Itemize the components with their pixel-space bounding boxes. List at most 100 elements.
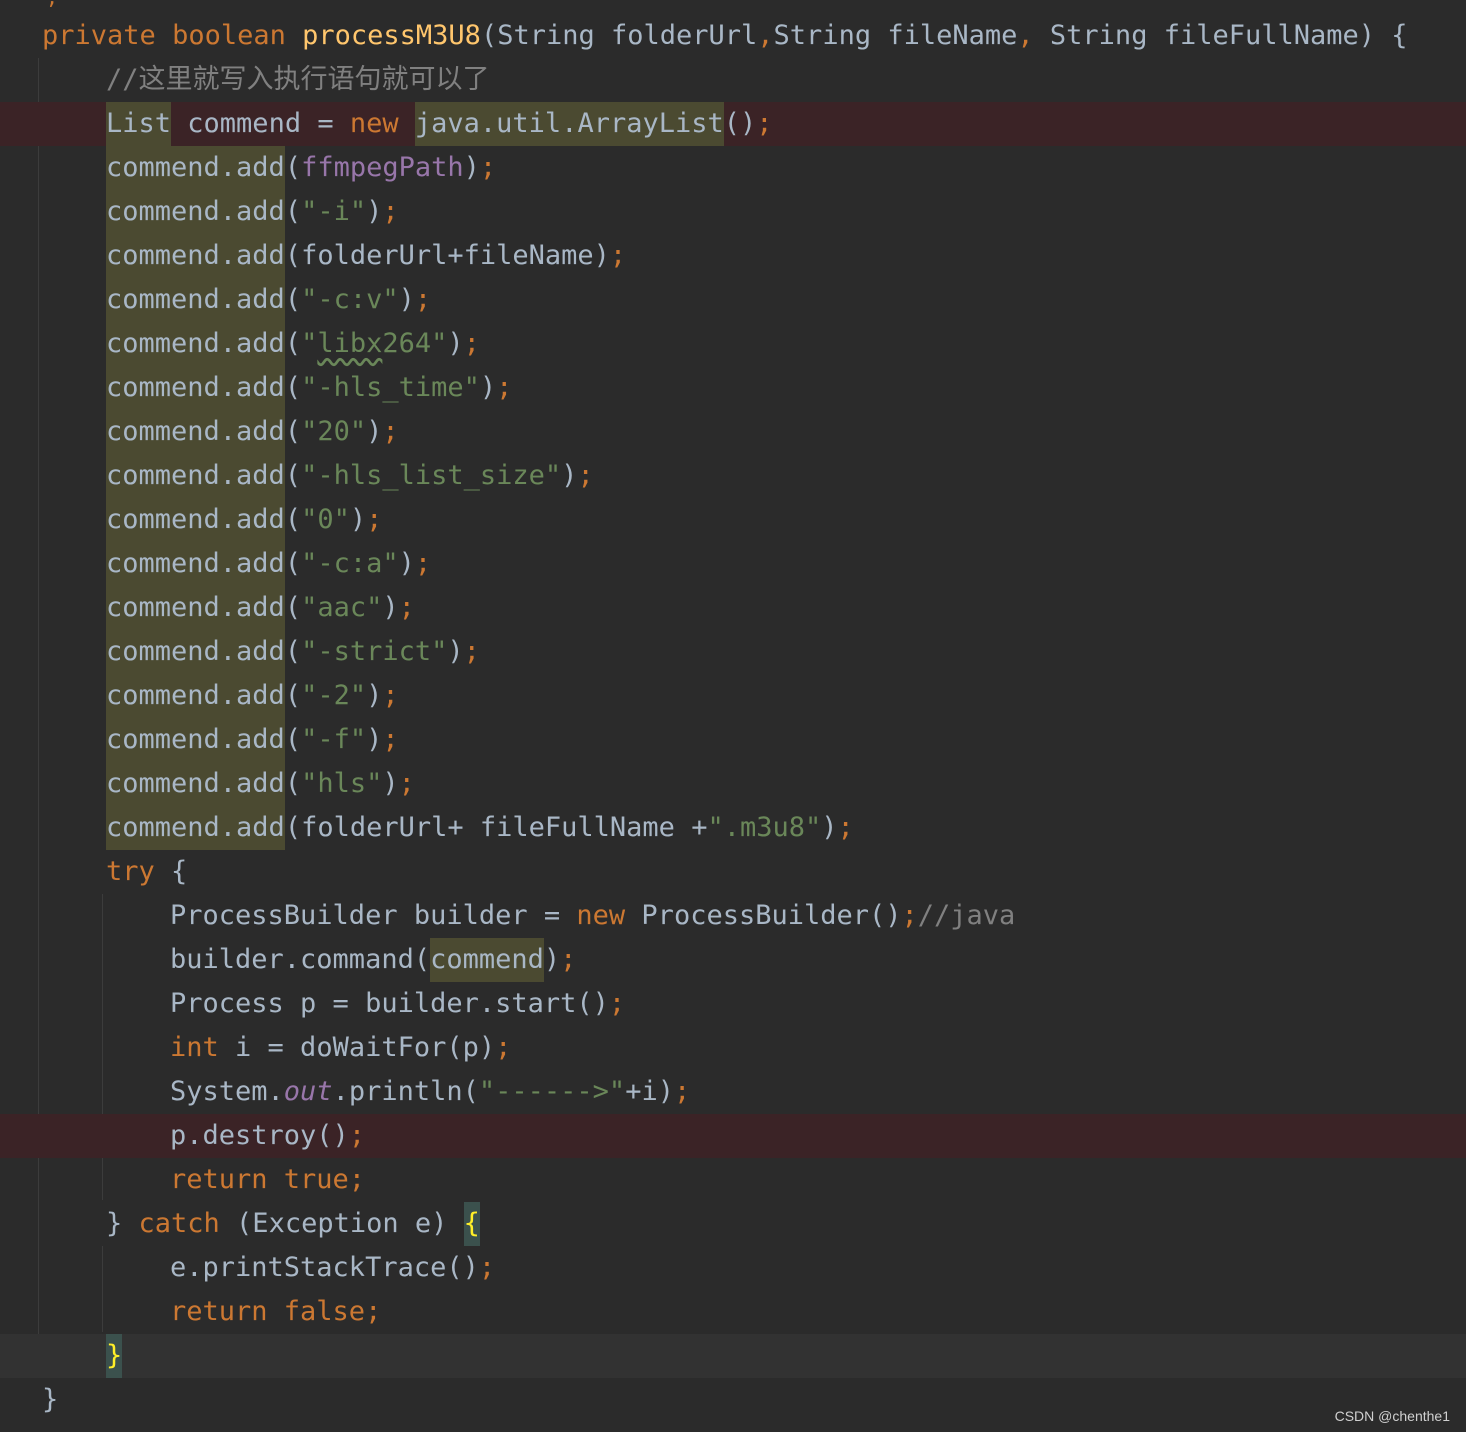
code-line[interactable]: commend.add("libx264");: [0, 322, 1466, 366]
code-line[interactable]: System.out.println("------>"+i);: [0, 1070, 1466, 1114]
code-line-text: e.printStackTrace();: [170, 1246, 495, 1290]
code-token: processM3U8: [302, 20, 481, 51]
code-token: (: [284, 328, 302, 359]
code-token: ;: [673, 1076, 691, 1107]
code-line[interactable]: e.printStackTrace();: [0, 1246, 1466, 1290]
code-token: .println(: [332, 1076, 479, 1107]
code-token: //java: [917, 900, 1016, 931]
code-line-text: commend.add("-2");: [106, 674, 399, 718]
code-token: builder.command(: [170, 944, 431, 975]
code-line[interactable]: }: [0, 1378, 1466, 1422]
code-token: commend.add: [106, 542, 285, 586]
code-token: String fileName: [773, 20, 1018, 51]
code-token: ;: [414, 284, 432, 315]
code-line[interactable]: commend.add("-2");: [0, 674, 1466, 718]
code-line[interactable]: List commend = new java.util.ArrayList()…: [0, 102, 1466, 146]
code-token: ;: [560, 944, 577, 975]
code-line-text: commend.add("libx264");: [106, 322, 480, 366]
code-token: ,: [1017, 20, 1034, 51]
code-token: commend.add: [106, 498, 285, 542]
code-token: "------>": [478, 1076, 626, 1107]
code-token: commend.add: [106, 674, 285, 718]
code-line[interactable]: ProcessBuilder builder = new ProcessBuil…: [0, 894, 1466, 938]
code-line[interactable]: commend.add("-strict");: [0, 630, 1466, 674]
code-line-text: commend.add("20");: [106, 410, 399, 454]
code-token: "-hls_time": [301, 372, 480, 403]
code-token: ;: [382, 416, 399, 447]
code-line[interactable]: commend.add("aac");: [0, 586, 1466, 630]
code-token: commend =: [171, 108, 350, 139]
code-token: ;: [478, 1252, 496, 1283]
code-token: "-c:a": [301, 548, 399, 579]
code-token: Process p = builder.start(): [170, 988, 609, 1019]
code-token: ;: [609, 240, 627, 271]
code-line[interactable]: }: [0, 1334, 1466, 1378]
code-line[interactable]: p.destroy();: [0, 1114, 1466, 1158]
code-token: ): [398, 284, 415, 315]
code-token: (folderUrl+fileName): [284, 240, 610, 271]
code-token: catch: [138, 1208, 220, 1239]
code-line[interactable]: builder.command(commend);: [0, 938, 1466, 982]
code-token: "20": [301, 416, 367, 447]
code-editor[interactable]: ; private boolean processM3U8(String fol…: [0, 0, 1466, 1432]
code-token: ): [366, 416, 383, 447]
code-token: p.destroy(): [170, 1120, 349, 1151]
code-line[interactable]: return true;: [0, 1158, 1466, 1202]
code-token: (: [284, 504, 302, 535]
code-line-text: commend.add("0");: [106, 498, 382, 542]
code-line-text: return true;: [170, 1158, 365, 1202]
code-token: ;: [479, 152, 497, 183]
code-token: commend.add: [106, 278, 285, 322]
code-token: commend.add: [106, 322, 285, 366]
code-line[interactable]: commend.add("-hls_list_size");: [0, 454, 1466, 498]
code-token: (: [284, 592, 302, 623]
code-token: }: [106, 1208, 139, 1239]
code-line[interactable]: commend.add("0");: [0, 498, 1466, 542]
code-line[interactable]: try {: [0, 850, 1466, 894]
code-line[interactable]: commend.add("20");: [0, 410, 1466, 454]
code-token: private: [42, 20, 156, 51]
code-token: ): [561, 460, 578, 491]
code-line[interactable]: commend.add("-f");: [0, 718, 1466, 762]
code-line[interactable]: commend.add(folderUrl+fileName);: [0, 234, 1466, 278]
code-line-text: builder.command(commend);: [170, 938, 576, 982]
code-line[interactable]: commend.add("-c:v");: [0, 278, 1466, 322]
code-token: (): [723, 108, 757, 139]
code-line-text: commend.add(folderUrl+ fileFullName +".m…: [106, 806, 854, 850]
code-line[interactable]: commend.add("-i");: [0, 190, 1466, 234]
code-token: (: [284, 152, 302, 183]
code-token: (: [284, 196, 302, 227]
code-line[interactable]: Process p = builder.start();: [0, 982, 1466, 1026]
code-token: java.util.ArrayList: [414, 102, 724, 146]
code-token: "-hls_list_size": [301, 460, 562, 491]
code-token: (: [284, 460, 302, 491]
code-line[interactable]: commend.add("hls");: [0, 762, 1466, 806]
code-token: ): [366, 680, 383, 711]
code-line[interactable]: commend.add(folderUrl+ fileFullName +".m…: [0, 806, 1466, 850]
code-line-text: ProcessBuilder builder = new ProcessBuil…: [170, 894, 1015, 938]
code-line-text: //这里就写入执行语句就可以了: [106, 58, 490, 102]
code-line[interactable]: private boolean processM3U8(String folde…: [0, 14, 1466, 58]
code-token: commend.add: [106, 454, 285, 498]
code-line[interactable]: return false;: [0, 1290, 1466, 1334]
code-line[interactable]: commend.add(ffmpegPath);: [0, 146, 1466, 190]
code-line[interactable]: commend.add("-c:a");: [0, 542, 1466, 586]
code-token: ): [398, 548, 415, 579]
code-token: ): [479, 372, 497, 403]
code-line[interactable]: int i = doWaitFor(p);: [0, 1026, 1466, 1070]
code-token: ;: [463, 636, 480, 667]
code-token: ): [382, 592, 399, 623]
code-token: {: [154, 856, 188, 887]
code-token: ): [463, 152, 480, 183]
code-token: (: [284, 284, 302, 315]
code-token: new: [576, 900, 626, 931]
code-token: //这里就写入执行语句就可以了: [106, 64, 490, 95]
code-line[interactable]: commend.add("-hls_time");: [0, 366, 1466, 410]
code-line-text: List commend = new java.util.ArrayList()…: [106, 102, 773, 146]
code-token: boolean: [172, 20, 286, 51]
code-line[interactable]: } catch (Exception e) {: [0, 1202, 1466, 1246]
code-line[interactable]: //这里就写入执行语句就可以了: [0, 58, 1466, 102]
code-token: (String folderUrl: [480, 20, 758, 51]
code-token: "-i": [301, 196, 367, 227]
